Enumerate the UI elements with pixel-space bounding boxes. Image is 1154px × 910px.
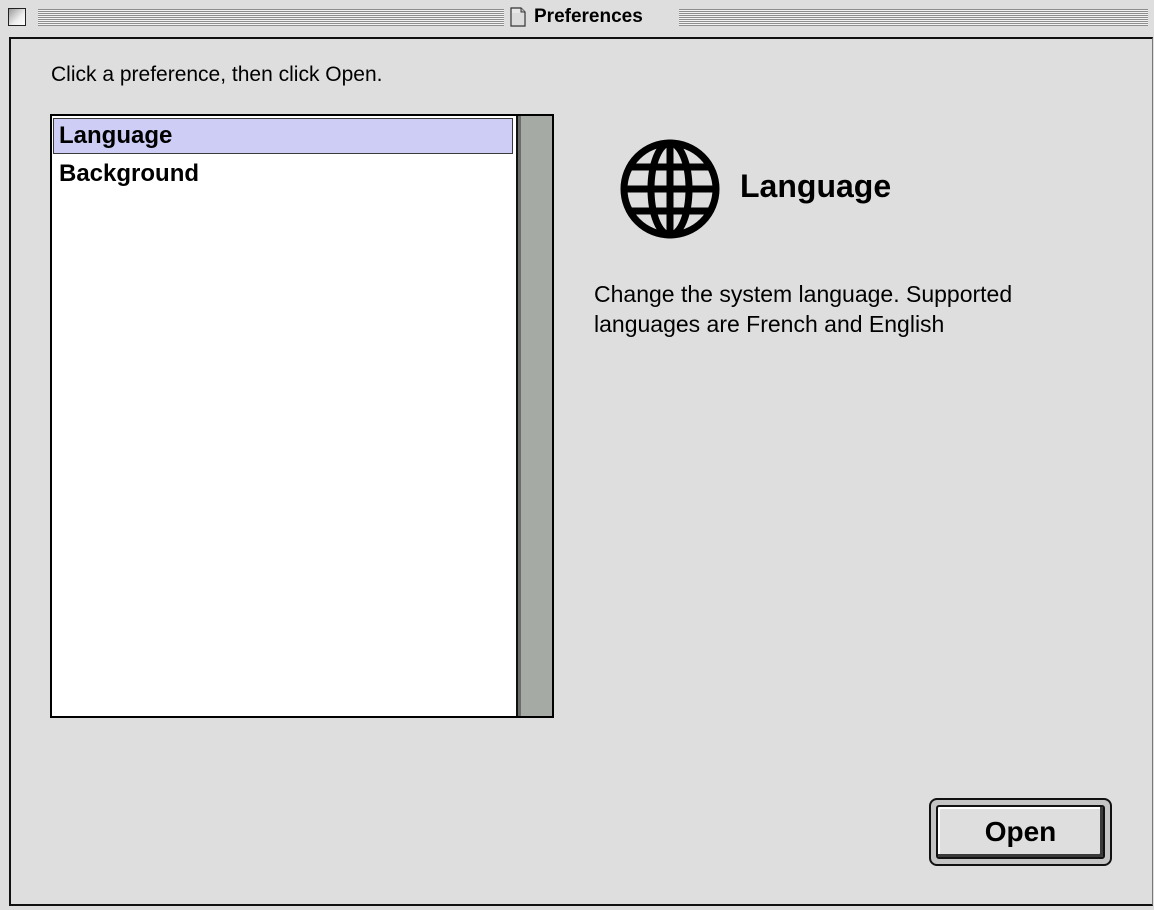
instruction-text: Click a preference, then click Open. xyxy=(51,63,383,86)
title-bar-stripes-right xyxy=(679,9,1148,26)
window-title-group: Preferences xyxy=(508,5,649,29)
document-icon xyxy=(510,7,526,27)
detail-title: Language xyxy=(740,168,892,204)
window-title: Preferences xyxy=(534,6,643,27)
list-scrollbar[interactable] xyxy=(516,116,552,716)
close-box[interactable] xyxy=(8,8,26,26)
title-bar-stripes-left xyxy=(38,9,504,26)
globe-icon xyxy=(620,139,720,239)
detail-description: Change the system language. Supported la… xyxy=(594,281,1013,337)
open-button-frame: Open xyxy=(929,798,1112,866)
preferences-window: Preferences Click a preference, then cli… xyxy=(0,0,1154,910)
list-item-background[interactable]: Background xyxy=(53,156,513,192)
list-item-language[interactable]: Language xyxy=(53,118,513,154)
title-bar[interactable]: Preferences xyxy=(0,0,1154,36)
preferences-list[interactable]: Language Background xyxy=(50,114,554,718)
open-button[interactable]: Open xyxy=(936,805,1105,859)
preferences-list-items: Language Background xyxy=(52,116,516,716)
